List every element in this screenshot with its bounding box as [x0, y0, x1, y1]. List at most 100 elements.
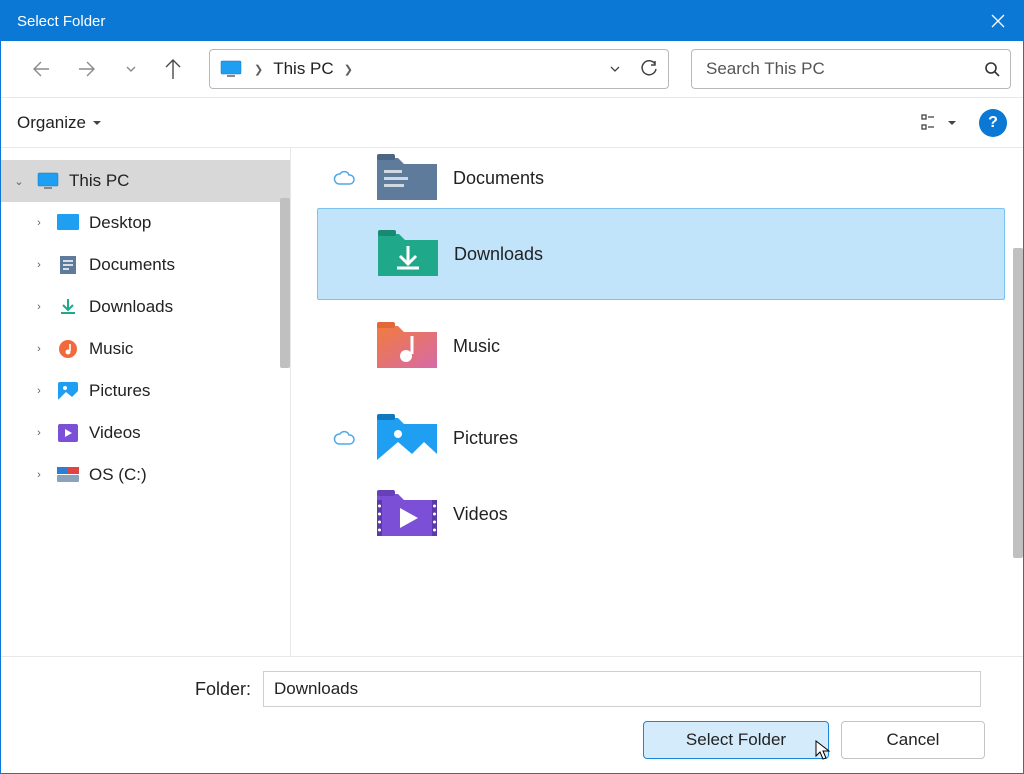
item-label: Pictures [453, 428, 518, 449]
item-label: Downloads [454, 244, 543, 265]
folder-row: Folder: [1, 671, 1005, 707]
item-label: Documents [453, 168, 544, 189]
sidebar-item-videos[interactable]: › Videos [1, 412, 290, 454]
sidebar-scrollbar[interactable] [280, 198, 290, 368]
music-folder-icon [371, 314, 443, 378]
arrow-up-icon [161, 57, 185, 81]
breadcrumb-separator-icon: ❯ [344, 63, 353, 76]
close-icon [991, 14, 1005, 28]
back-button[interactable] [19, 49, 59, 89]
pictures-folder-icon [371, 406, 443, 470]
address-bar[interactable]: ❯ This PC ❯ [209, 49, 669, 89]
arrow-left-icon [27, 57, 51, 81]
downloads-icon [55, 297, 81, 317]
search-box[interactable] [691, 49, 1011, 89]
select-folder-button[interactable]: Select Folder [643, 721, 829, 759]
sidebar-item-label: Downloads [89, 297, 173, 317]
sidebar-item-this-pc[interactable]: ⌄ This PC [1, 160, 290, 202]
titlebar: Select Folder [1, 1, 1023, 41]
body: ⌄ This PC › Desktop › Documents › Downlo… [1, 148, 1023, 656]
desktop-icon [55, 214, 81, 232]
refresh-icon [640, 60, 658, 78]
drive-icon [55, 467, 81, 483]
file-list: Documents Downloads Music [291, 148, 1023, 656]
sidebar-item-label: OS (C:) [89, 465, 147, 485]
chevron-right-icon: › [31, 385, 47, 397]
close-button[interactable] [973, 1, 1023, 41]
cloud-status-icon [317, 430, 371, 446]
list-item-videos[interactable]: Videos [317, 484, 1005, 544]
sidebar-item-label: Documents [89, 255, 175, 275]
cancel-button[interactable]: Cancel [841, 721, 985, 759]
recent-locations-button[interactable] [119, 49, 143, 89]
list-view-icon [921, 113, 941, 133]
folder-field-label: Folder: [1, 679, 251, 700]
sidebar-item-desktop[interactable]: › Desktop [1, 202, 290, 244]
downloads-folder-icon [372, 222, 444, 286]
chevron-down-icon [608, 62, 622, 76]
breadcrumb-this-pc[interactable]: This PC [267, 59, 339, 79]
sidebar-item-label: This PC [69, 171, 129, 191]
sidebar-item-label: Desktop [89, 213, 151, 233]
organize-label: Organize [17, 113, 86, 133]
chevron-down-icon: ⌄ [11, 175, 27, 188]
chevron-right-icon: › [31, 469, 47, 481]
cloud-status-icon [317, 170, 371, 186]
sidebar-item-music[interactable]: › Music [1, 328, 290, 370]
sidebar-item-pictures[interactable]: › Pictures [1, 370, 290, 412]
chevron-right-icon: › [31, 259, 47, 271]
forward-button[interactable] [69, 49, 109, 89]
up-button[interactable] [153, 49, 193, 89]
sidebar-item-downloads[interactable]: › Downloads [1, 286, 290, 328]
chevron-right-icon: › [31, 427, 47, 439]
pc-icon [220, 60, 242, 78]
item-label: Music [453, 336, 500, 357]
select-folder-dialog: Select Folder ❯ This PC ❯ [0, 0, 1024, 774]
nav-row: ❯ This PC ❯ [1, 41, 1023, 98]
sidebar-item-label: Videos [89, 423, 141, 443]
item-label: Videos [453, 504, 508, 525]
sidebar-item-label: Music [89, 339, 133, 359]
chevron-right-icon: › [31, 301, 47, 313]
search-icon [984, 61, 1000, 77]
list-item-pictures[interactable]: Pictures [317, 392, 1005, 484]
videos-folder-icon [371, 482, 443, 546]
search-input[interactable] [706, 59, 984, 79]
main-scrollbar[interactable] [1013, 248, 1023, 558]
videos-icon [55, 424, 81, 442]
cursor-icon [814, 740, 832, 762]
help-button[interactable]: ? [979, 109, 1007, 137]
sidebar-item-label: Pictures [89, 381, 150, 401]
footer: Folder: Select Folder Cancel [1, 656, 1023, 773]
breadcrumb-separator-icon: ❯ [254, 63, 263, 76]
cancel-label: Cancel [887, 730, 940, 750]
list-item-music[interactable]: Music [317, 300, 1005, 392]
sidebar: ⌄ This PC › Desktop › Documents › Downlo… [1, 148, 291, 656]
pictures-icon [55, 382, 81, 400]
chevron-down-icon [947, 118, 957, 128]
documents-folder-icon [371, 148, 443, 210]
chevron-down-icon [92, 118, 102, 128]
chevron-right-icon: › [31, 217, 47, 229]
folder-name-input[interactable] [263, 671, 981, 707]
chevron-down-icon [125, 63, 137, 75]
select-folder-label: Select Folder [686, 730, 786, 750]
search-button[interactable] [984, 61, 1000, 77]
pc-icon [35, 172, 61, 190]
address-history-button[interactable] [598, 50, 632, 88]
view-options-button[interactable] [913, 109, 965, 137]
music-icon [55, 339, 81, 359]
sidebar-item-documents[interactable]: › Documents [1, 244, 290, 286]
window-title: Select Folder [17, 13, 105, 30]
documents-icon [55, 255, 81, 275]
sidebar-item-os-drive[interactable]: › OS (C:) [1, 454, 290, 496]
refresh-button[interactable] [632, 50, 666, 88]
list-item-downloads[interactable]: Downloads [317, 208, 1005, 300]
chevron-right-icon: › [31, 343, 47, 355]
toolbar: Organize ? [1, 98, 1023, 148]
button-row: Select Folder Cancel [1, 707, 1005, 759]
arrow-right-icon [77, 57, 101, 81]
help-icon: ? [988, 114, 998, 132]
organize-button[interactable]: Organize [17, 113, 102, 133]
list-item-documents[interactable]: Documents [317, 148, 1005, 208]
